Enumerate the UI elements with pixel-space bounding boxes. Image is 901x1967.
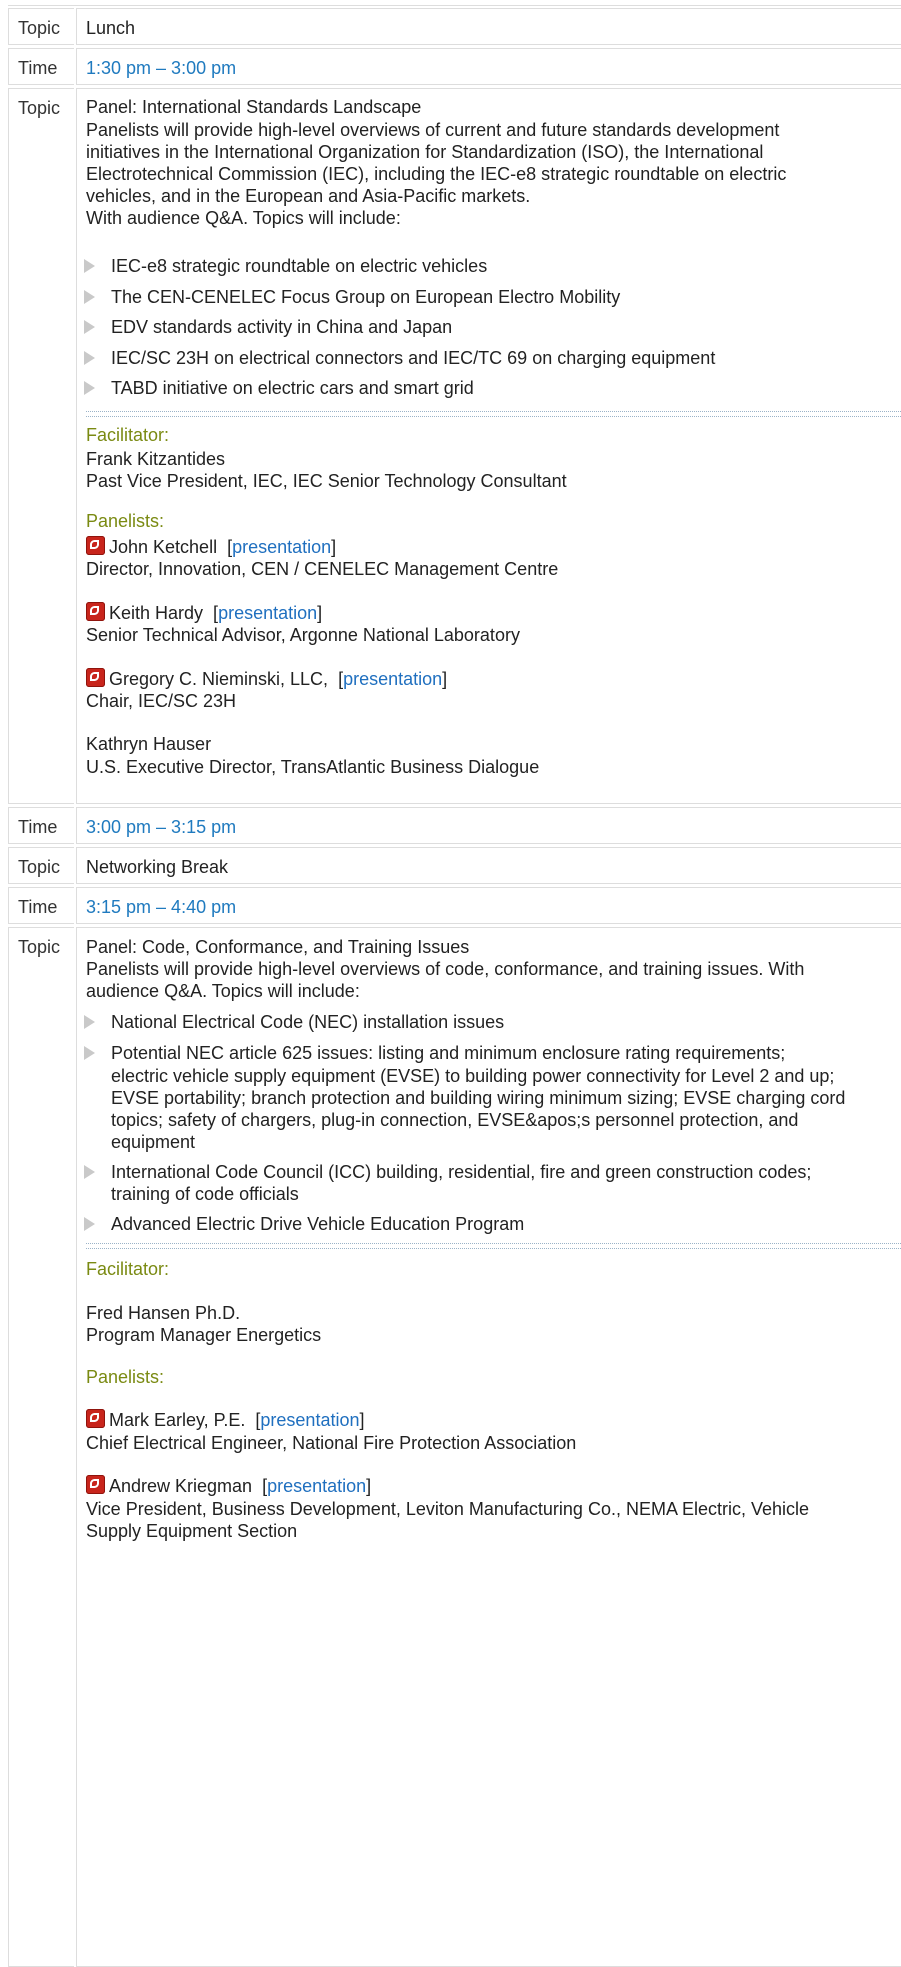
presentation-link[interactable]: presentation	[267, 1476, 366, 1496]
panel-description-line: audience Q&A. Topics will include:	[86, 981, 360, 1001]
triangle-bullet-icon	[84, 381, 95, 395]
topic-list-item: National Electrical Code (NEC) installat…	[111, 1012, 505, 1032]
facilitator-heading: Facilitator:	[86, 1259, 170, 1279]
section-divider	[86, 411, 901, 417]
facilitator-title: Program Manager Energetics	[86, 1325, 322, 1345]
topic-list-item: IEC/SC 23H on electrical connectors and …	[111, 348, 716, 368]
topic-list-item: Advanced Electric Drive Vehicle Educatio…	[111, 1214, 525, 1234]
panelists-heading: Panelists:	[86, 511, 165, 531]
row-label-cell: Topic	[8, 847, 74, 884]
triangle-bullet-icon	[84, 290, 95, 304]
row-label-cell: Topic	[8, 927, 74, 1967]
row-label-cell: Topic	[8, 8, 74, 45]
row-label: Topic	[18, 98, 61, 118]
row-label-cell: Topic	[8, 88, 74, 804]
panelist-title-line: Supply Equipment Section	[86, 1521, 298, 1541]
presentation-link[interactable]: presentation	[232, 537, 331, 557]
time-text: 3:15 pm – 4:40 pm	[86, 897, 237, 917]
topic-list-item-line: training of code officials	[111, 1184, 299, 1204]
panelist-title: Chair, IEC/SC 23H	[86, 691, 237, 711]
pdf-icon[interactable]	[86, 1475, 105, 1494]
triangle-bullet-icon	[84, 259, 95, 273]
topic-list-item: TABD initiative on electric cars and sma…	[111, 378, 474, 398]
agenda-row-time-2: Time 3:00 pm – 3:15 pm	[8, 807, 901, 844]
facilitator-title: Past Vice President, IEC, IEC Senior Tec…	[86, 471, 567, 491]
triangle-bullet-icon	[84, 1046, 95, 1060]
panelists-heading: Panelists:	[86, 1367, 165, 1387]
panelist-name: Gregory C. Nieminski, LLC,	[109, 669, 329, 689]
row-label: Topic	[18, 18, 61, 38]
triangle-bullet-icon	[84, 1015, 95, 1029]
panelist-name: Andrew Kriegman	[109, 1476, 253, 1496]
agenda-row-time-1: Time 1:30 pm – 3:00 pm	[8, 48, 901, 85]
facilitator-heading: Facilitator:	[86, 425, 170, 445]
section-divider	[86, 1243, 901, 1249]
panelist-name: Mark Earley, P.E.	[109, 1410, 246, 1430]
time-text: 3:00 pm – 3:15 pm	[86, 817, 237, 837]
panel-intro: With audience Q&A. Topics will include:	[86, 208, 401, 228]
pdf-icon[interactable]	[86, 536, 105, 555]
panelist-title: Senior Technical Advisor, Argonne Nation…	[86, 625, 520, 645]
panelist-title: Chief Electrical Engineer, National Fire…	[86, 1433, 577, 1453]
agenda-row-time-3: Time 3:15 pm – 4:40 pm	[8, 887, 901, 924]
topic-list-item: The CEN-CENELEC Focus Group on European …	[111, 287, 621, 307]
pdf-icon[interactable]	[86, 668, 105, 687]
agenda-row-break: Topic Networking Break	[8, 847, 901, 884]
topic-list-item-line: equipment	[111, 1132, 196, 1152]
topic-list-item-line: topics; safety of chargers, plug-in conn…	[111, 1110, 799, 1130]
triangle-bullet-icon	[84, 320, 95, 334]
panelist-name: John Ketchell	[109, 537, 218, 557]
top-border	[8, 5, 901, 6]
row-content-cell: 3:15 pm – 4:40 pm	[76, 887, 901, 924]
row-label-cell: Time	[8, 807, 74, 844]
pdf-icon[interactable]	[86, 602, 105, 621]
presentation-link[interactable]: presentation	[260, 1410, 359, 1430]
row-content-cell: Lunch	[76, 8, 901, 45]
topic-text: Lunch	[86, 18, 136, 38]
row-label-cell: Time	[8, 887, 74, 924]
panelist-title: Director, Innovation, CEN / CENELEC Mana…	[86, 559, 559, 579]
row-content-cell: 1:30 pm – 3:00 pm	[76, 48, 901, 85]
panelist-name: Keith Hardy	[109, 603, 204, 623]
topic-list-item: EDV standards activity in China and Japa…	[111, 317, 453, 337]
triangle-bullet-icon	[84, 1217, 95, 1231]
triangle-bullet-icon	[84, 1165, 95, 1179]
presentation-link[interactable]: presentation	[343, 669, 442, 689]
row-label-cell: Time	[8, 48, 74, 85]
row-label: Topic	[18, 937, 61, 957]
row-content-cell: Networking Break	[76, 847, 901, 884]
panelist-title: U.S. Executive Director, TransAtlantic B…	[86, 757, 540, 777]
row-label: Time	[18, 817, 58, 837]
topic-text: Networking Break	[86, 857, 229, 877]
time-text: 1:30 pm – 3:00 pm	[86, 58, 237, 78]
triangle-bullet-icon	[84, 351, 95, 365]
agenda-row-lunch: Topic Lunch	[8, 8, 901, 45]
row-content-cell: 3:00 pm – 3:15 pm	[76, 807, 901, 844]
presentation-link[interactable]: presentation	[218, 603, 317, 623]
row-label: Time	[18, 58, 58, 78]
topic-list-item: IEC-e8 strategic roundtable on electric …	[111, 256, 488, 276]
row-label: Time	[18, 897, 58, 917]
row-label: Topic	[18, 857, 61, 877]
pdf-icon[interactable]	[86, 1409, 105, 1428]
